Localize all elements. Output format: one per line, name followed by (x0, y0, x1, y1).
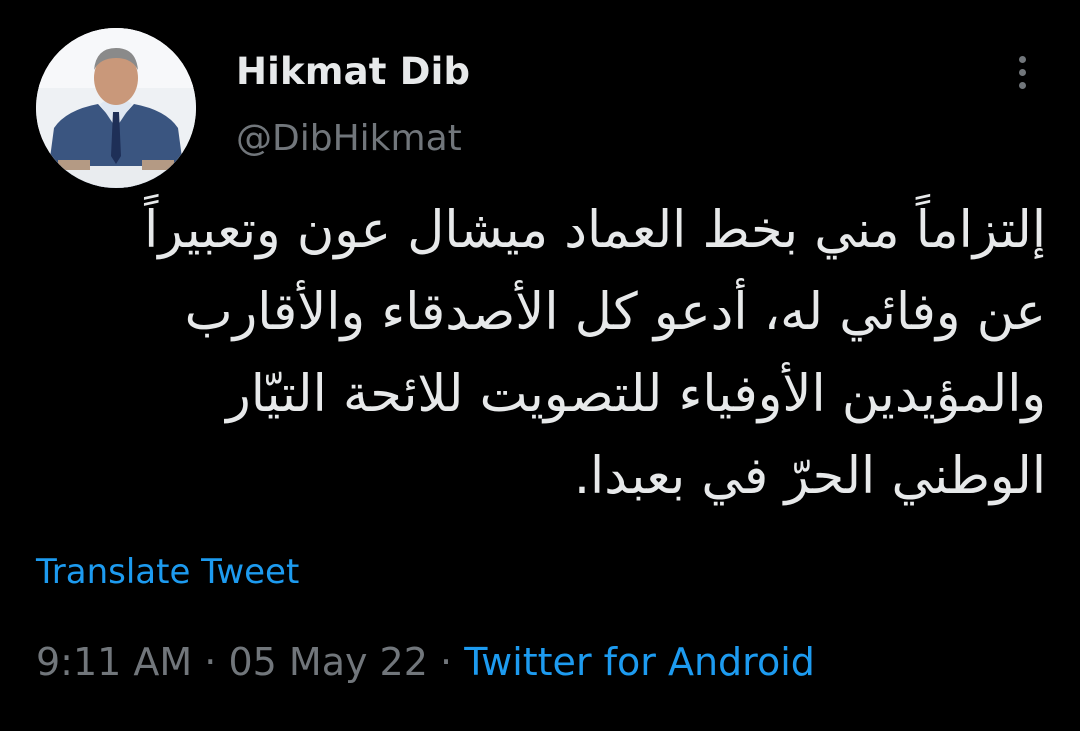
tweet-text-line: والمؤيدين الأوفياء للتصويت للائحة التيّا… (226, 365, 1046, 424)
translate-tweet-link[interactable]: Translate Tweet (36, 552, 299, 592)
tweet-text-line: إلتزاماً مني بخط العماد ميشال عون وتعبير… (144, 201, 1046, 260)
tweet-text-line: عن وفائي له، أدعو كل الأصدقاء والأقارب (184, 283, 1046, 342)
avatar-photo (36, 28, 196, 188)
tweet-metadata: 9:11 AM · 05 May 22 · Twitter for Androi… (36, 640, 815, 684)
separator: · (204, 640, 217, 684)
avatar[interactable] (36, 28, 196, 188)
tweet-text: إلتزاماً مني بخط العماد ميشال عون وتعبير… (36, 190, 1046, 518)
author-name[interactable]: Hikmat Dib (236, 50, 470, 93)
separator: · (440, 640, 453, 684)
author-handle[interactable]: @DibHikmat (236, 118, 462, 159)
tweet-source-link[interactable]: Twitter for Android (464, 640, 815, 684)
tweet-date[interactable]: 05 May 22 (228, 640, 427, 684)
more-options-button[interactable] (1000, 50, 1044, 94)
vertical-ellipsis-icon (1018, 55, 1026, 63)
tweet-time[interactable]: 9:11 AM (36, 640, 192, 684)
tweet-text-line: الوطني الحرّ في بعبدا. (573, 447, 1046, 506)
